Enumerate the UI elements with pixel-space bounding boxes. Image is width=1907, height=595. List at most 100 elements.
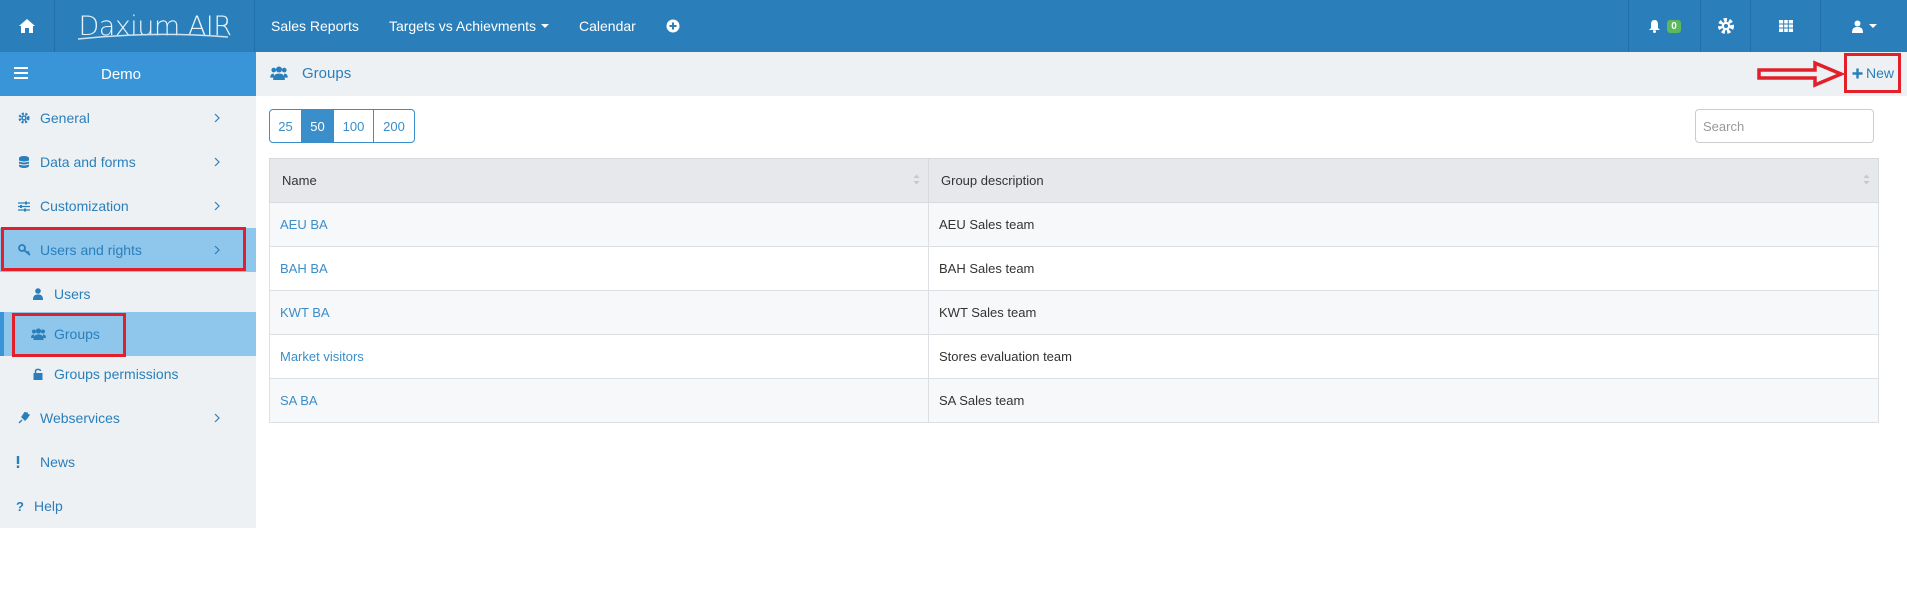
nav-label: Calendar [579,18,636,34]
gear-icon [1717,18,1734,34]
sidebar-header: Demo [0,52,256,96]
chevron-right-icon [214,413,220,423]
cell-name: AEU BA [269,202,929,247]
nav-label: Targets vs Achievments [388,18,536,34]
plug-icon [16,412,32,424]
sidebar-item-label: Data and forms [40,154,136,170]
group-link[interactable]: AEU BA [280,217,328,232]
sliders-icon [16,201,32,212]
apps-grid-button[interactable] [1750,0,1820,52]
sidebar-item-label: Help [34,498,63,514]
notifications-button[interactable]: 0 [1628,0,1700,52]
page-size-option[interactable]: 25 [270,110,302,142]
sidebar-item-label: News [40,454,76,470]
search-box [1695,109,1879,143]
nav-targets-dropdown[interactable]: Targets vs Achievments [374,0,564,52]
sidebar-item-help[interactable]: ? Help [0,484,256,528]
notification-badge: 0 [1667,19,1681,33]
page-size-option-selected[interactable]: 50 [302,110,334,142]
nav-calendar[interactable]: Calendar [564,0,651,52]
plus-circle-icon [666,19,680,33]
sort-icon [913,174,920,185]
sidebar-item-general[interactable]: General [0,96,256,140]
question-icon: ? [16,498,24,514]
page-title: Groups [302,65,352,82]
chevron-right-icon [214,113,220,123]
table-row[interactable]: KWT BA KWT Sales team [269,290,1879,335]
add-shortcut-button[interactable] [651,0,695,52]
sidebar-item-label: Customization [40,198,129,214]
user-icon [30,288,46,300]
database-icon [16,156,32,168]
gear-icon [16,112,32,124]
table-header-row: Name Group description [269,158,1879,203]
table-row[interactable]: AEU BA AEU Sales team [269,202,1879,247]
sidebar-item-label: General [40,110,90,126]
group-link[interactable]: KWT BA [280,305,330,320]
page-size-selector: 25 50 100 200 [269,109,415,143]
table-grid-icon [1778,20,1793,32]
sort-icon [1863,174,1870,185]
nav-sales-reports[interactable]: Sales Reports [256,0,374,52]
bell-icon [1649,20,1661,33]
unlock-icon [30,368,46,380]
topbar-tools: 0 [1628,0,1907,52]
cell-description: AEU Sales team [928,202,1879,247]
sidebar: Demo General Data and forms Customizatio… [0,52,256,528]
table-row[interactable]: BAH BA BAH Sales team [269,246,1879,291]
column-header-label: Group description [941,173,1044,188]
sidebar-item-label: Groups permissions [54,366,179,382]
user-menu-button[interactable] [1820,0,1907,52]
sidebar-item-groups-permissions[interactable]: Groups permissions [0,352,256,396]
sidebar-item-webservices[interactable]: Webservices [0,396,256,440]
settings-button[interactable] [1700,0,1750,52]
workspace-title: Demo [100,65,141,83]
chevron-right-icon [214,201,220,211]
sidebar-item-users[interactable]: Users [0,272,256,316]
page-size-option[interactable]: 200 [374,110,414,142]
caret-down-icon [541,24,549,28]
logo-swoosh-icon [78,33,228,40]
annotation-highlight-users-and-rights [1,227,246,271]
sidebar-item-label: Webservices [40,410,120,426]
cell-description: KWT Sales team [928,290,1879,335]
table-row[interactable]: Market visitors Stores evaluation team [269,334,1879,379]
hamburger-menu-icon[interactable] [14,67,28,79]
table-row[interactable]: SA BA SA Sales team [269,378,1879,423]
annotation-highlight-groups [12,313,126,357]
group-link[interactable]: Market visitors [280,349,364,364]
column-header-name[interactable]: Name [269,158,929,203]
nav-label: Sales Reports [271,18,359,34]
cell-description: BAH Sales team [928,246,1879,291]
cell-name: KWT BA [269,290,929,335]
home-icon [19,19,35,33]
page-header: Groups New [256,52,1907,96]
cell-name: BAH BA [269,246,929,291]
caret-down-icon [1868,24,1877,28]
top-navbar: Daxium AIR Sales Reports Targets vs Achi… [0,0,1907,52]
cell-description: Stores evaluation team [928,334,1879,379]
user-icon [1851,20,1863,33]
column-header-label: Name [282,173,317,188]
chevron-right-icon [214,157,220,167]
main-nav: Sales Reports Targets vs Achievments Cal… [256,0,695,52]
cell-description: SA Sales team [928,378,1879,423]
sidebar-item-customization[interactable]: Customization [0,184,256,228]
search-input[interactable] [1703,118,1879,134]
exclamation-icon [16,456,32,468]
group-link[interactable]: SA BA [280,393,318,408]
column-header-description[interactable]: Group description [928,158,1879,203]
app-logo[interactable]: Daxium AIR [56,0,255,52]
sidebar-item-label: Users [54,286,91,302]
cell-name: Market visitors [269,334,929,379]
page-size-option[interactable]: 100 [334,110,374,142]
sidebar-item-news[interactable]: News [0,440,256,484]
cell-name: SA BA [269,378,929,423]
annotation-highlight-new [1844,53,1901,93]
sidebar-item-data-and-forms[interactable]: Data and forms [0,140,256,184]
annotation-arrow-icon [1757,60,1845,88]
home-button[interactable] [0,0,55,52]
groups-table: Name Group description AEU BA AEU Sales … [269,158,1879,423]
group-link[interactable]: BAH BA [280,261,328,276]
users-icon [270,66,288,80]
